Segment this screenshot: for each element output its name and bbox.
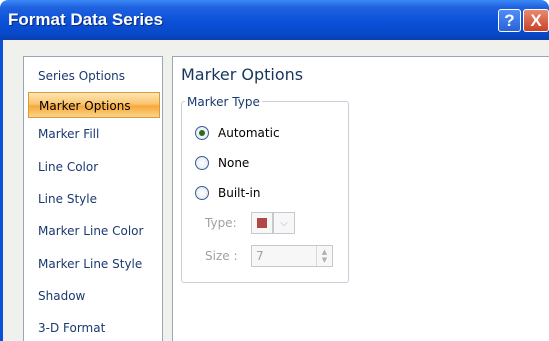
radio-button[interactable] [195, 156, 209, 170]
chevron-down-icon: ⌵ [280, 217, 288, 229]
radio-button[interactable] [195, 126, 209, 140]
spin-up-icon[interactable]: ▲ [322, 248, 327, 256]
close-button[interactable]: X [523, 9, 549, 32]
nav-item-marker-line-color[interactable]: Marker Line Color [28, 218, 160, 244]
size-value: 7 [256, 249, 264, 263]
marker-type-select[interactable] [251, 212, 273, 234]
options-panel: Marker Options Marker Type Automatic Non… [172, 56, 549, 341]
nav-item-series-options[interactable]: Series Options [28, 63, 160, 89]
title-bar: Format Data Series ? X [0, 0, 549, 40]
radio-button[interactable] [195, 186, 209, 200]
nav-item-line-style[interactable]: Line Style [28, 186, 160, 212]
nav-item-line-color[interactable]: Line Color [28, 154, 160, 180]
help-icon: ? [504, 10, 515, 30]
help-button[interactable]: ? [498, 9, 521, 32]
size-label: Size : [205, 249, 238, 263]
radio-none[interactable]: None [195, 154, 249, 172]
radio-label: None [218, 156, 250, 170]
marker-size-field[interactable]: 7 ▲ ▼ [251, 245, 333, 267]
spinner-arrows-icon[interactable]: ▲ ▼ [316, 246, 332, 266]
window-title: Format Data Series [8, 10, 163, 29]
panel-title: Marker Options [181, 65, 304, 84]
radio-label: Built-in [218, 186, 261, 200]
marker-swatch [257, 218, 267, 228]
close-icon: X [530, 10, 542, 30]
marker-type-group-label: Marker Type [185, 95, 262, 109]
nav-item-3d-format[interactable]: 3-D Format [28, 315, 160, 341]
category-list: Series Options Marker Options Marker Fil… [23, 56, 163, 341]
type-label: Type: [205, 216, 237, 230]
nav-item-marker-options[interactable]: Marker Options [28, 92, 160, 118]
nav-item-shadow[interactable]: Shadow [28, 283, 160, 309]
type-dropdown-button[interactable]: ⌵ [273, 212, 295, 234]
spin-down-icon[interactable]: ▼ [322, 256, 327, 264]
radio-built-in[interactable]: Built-in [195, 184, 260, 202]
nav-item-marker-fill[interactable]: Marker Fill [28, 121, 160, 147]
radio-label: Automatic [218, 126, 280, 140]
radio-automatic[interactable]: Automatic [195, 124, 280, 142]
nav-item-marker-line-style[interactable]: Marker Line Style [28, 251, 160, 277]
